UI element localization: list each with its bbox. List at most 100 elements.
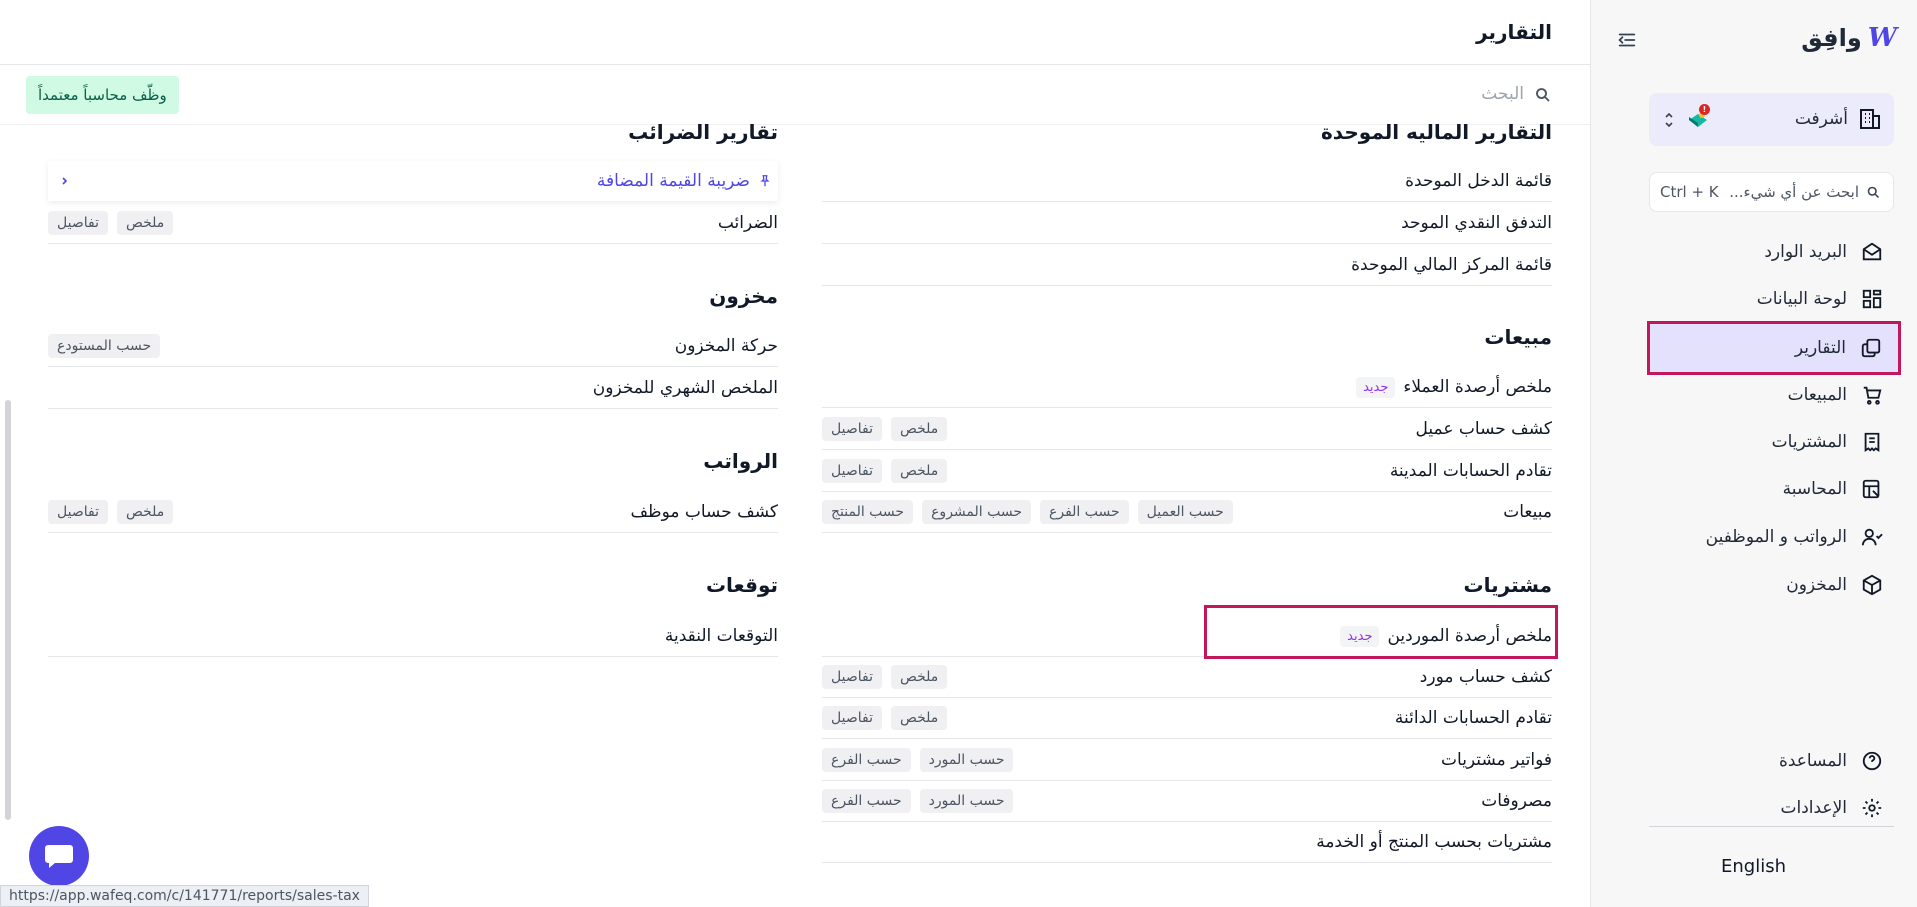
tag-details[interactable]: تفاصيل <box>822 417 882 441</box>
tag-summary[interactable]: ملخص <box>890 706 948 730</box>
report-row[interactable]: فواتير مشتريات حسب المورد حسب الفرع <box>822 740 1552 781</box>
report-tags: ملخص تفاصيل <box>822 417 948 441</box>
pin-icon[interactable] <box>758 174 772 188</box>
sidebar-item-payroll[interactable]: الرواتب و الموظفين <box>1650 515 1895 559</box>
report-row[interactable]: حركة المخزون حسب المستودع <box>48 326 778 367</box>
organization-name: أشرفت <box>1794 109 1848 129</box>
search-icon <box>1867 186 1880 199</box>
tag-by-customer[interactable]: حسب العميل <box>1137 500 1233 524</box>
tag-summary[interactable]: ملخص <box>116 500 174 524</box>
report-link[interactable]: الملخص الشهري للمخزون <box>593 378 778 398</box>
new-badge: جديد <box>1356 376 1396 398</box>
chat-button[interactable] <box>29 826 89 886</box>
tag-by-branch[interactable]: حسب الفرع <box>1040 500 1129 524</box>
sidebar-item-purchases[interactable]: المشتريات <box>1650 420 1895 464</box>
users-icon <box>1861 528 1883 546</box>
report-tags: ملخص تفاصيل <box>822 459 948 483</box>
sidebar-item-label: المبيعات <box>1787 385 1847 405</box>
tag-by-project[interactable]: حسب المشروع <box>922 500 1031 524</box>
tag-by-supplier[interactable]: حسب المورد <box>919 748 1014 772</box>
report-link[interactable]: فواتير مشتريات <box>1441 750 1552 770</box>
sidebar-item-settings[interactable]: الإعدادات <box>1650 786 1895 830</box>
report-tags: حسب العميل حسب الفرع حسب المشروع حسب الم… <box>822 500 1233 524</box>
sidebar: W وافِق أشرفت ! ابحث عن أي شيء... Ctrl +… <box>1590 0 1917 907</box>
report-row[interactable]: كشف حساب عميل ملخص تفاصيل <box>822 409 1552 450</box>
report-tags: حسب المورد حسب الفرع <box>822 789 1014 813</box>
report-row[interactable]: تقادم الحسابات الدائنة ملخص تفاصيل <box>822 698 1552 739</box>
tag-details[interactable]: تفاصيل <box>822 665 882 689</box>
report-link[interactable]: ملخص أرصدة العملاء جديد <box>1356 376 1552 398</box>
tag-details[interactable]: تفاصيل <box>48 211 108 235</box>
tag-details[interactable]: تفاصيل <box>822 459 882 483</box>
cart-icon <box>1863 386 1882 405</box>
tag-details[interactable]: تفاصيل <box>822 706 882 730</box>
highlight-box <box>1204 605 1558 659</box>
report-link[interactable]: تقادم الحسابات الدائنة <box>1395 708 1552 728</box>
sidebar-item-dashboard[interactable]: لوحة البيانات <box>1650 277 1895 321</box>
report-link[interactable]: التوقعات النقدية <box>665 626 778 646</box>
vat-report-row[interactable]: ضريبة القيمة المضافة <box>48 161 778 201</box>
report-link[interactable]: تقادم الحسابات المدينة <box>1390 461 1552 481</box>
report-row[interactable]: كشف حساب مورد ملخص تفاصيل <box>822 657 1552 698</box>
report-row[interactable]: قائمة المركز المالي الموحدة <box>822 245 1552 286</box>
sidebar-item-label: المشتريات <box>1771 432 1847 452</box>
report-link[interactable]: الضرائب <box>718 213 778 233</box>
report-row[interactable]: التوقعات النقدية <box>48 616 778 657</box>
report-row[interactable]: الضرائب ملخص تفاصيل <box>48 203 778 244</box>
tag-by-branch[interactable]: حسب الفرع <box>822 789 911 813</box>
report-row[interactable]: تقادم الحسابات المدينة ملخص تفاصيل <box>822 451 1552 492</box>
sidebar-item-reports[interactable]: التقارير <box>1647 321 1901 375</box>
report-row[interactable]: قائمة الدخل الموحدة <box>822 161 1552 202</box>
collapse-sidebar-icon[interactable] <box>1616 29 1638 51</box>
sidebar-item-label: الإعدادات <box>1780 798 1847 818</box>
tag-summary[interactable]: ملخص <box>890 459 948 483</box>
tag-summary[interactable]: ملخص <box>116 211 174 235</box>
report-link[interactable]: حركة المخزون <box>675 336 778 356</box>
report-link[interactable]: مبيعات <box>1503 502 1552 522</box>
report-link[interactable]: كشف حساب موظف <box>630 502 778 522</box>
report-row[interactable]: مبيعات حسب العميل حسب الفرع حسب المشروع … <box>822 492 1552 533</box>
tag-by-product[interactable]: حسب المنتج <box>822 500 914 524</box>
report-link[interactable]: قائمة المركز المالي الموحدة <box>1351 255 1552 275</box>
tag-summary[interactable]: ملخص <box>890 417 948 441</box>
sidebar-item-inbox[interactable]: البريد الوارد <box>1650 230 1895 274</box>
report-link[interactable]: مشتريات بحسب المنتج أو الخدمة <box>1316 832 1552 852</box>
report-link[interactable]: التدفق النقدي الموحد <box>1401 213 1552 233</box>
vat-report-label: ضريبة القيمة المضافة <box>596 171 750 191</box>
tag-by-warehouse[interactable]: حسب المستودع <box>48 334 161 358</box>
sidebar-item-accounting[interactable]: المحاسبة <box>1650 467 1895 511</box>
sidebar-item-help[interactable]: المساعدة <box>1650 739 1895 783</box>
tag-details[interactable]: تفاصيل <box>48 500 108 524</box>
accounting-icon <box>1862 479 1880 499</box>
section-title-consolidated: التقارير الماليه الموحدة <box>1321 120 1552 144</box>
sidebar-item-sales[interactable]: المبيعات <box>1650 373 1895 417</box>
scrollbar[interactable] <box>5 400 11 820</box>
report-row[interactable]: ملخص أرصدة العملاء جديد <box>822 367 1552 408</box>
report-link[interactable]: قائمة الدخل الموحدة <box>1405 171 1552 191</box>
app-logo[interactable]: W وافِق <box>1801 24 1897 52</box>
global-search-input[interactable]: ابحث عن أي شيء... Ctrl + K <box>1649 172 1894 212</box>
section-title-forecasts: توقعات <box>705 573 778 597</box>
sidebar-item-label: لوحة البيانات <box>1756 289 1847 309</box>
logo-mark: W <box>1867 23 1897 53</box>
report-link[interactable]: مصروفات <box>1481 791 1552 811</box>
tag-summary[interactable]: ملخص <box>890 665 948 689</box>
organization-switcher[interactable]: أشرفت ! <box>1649 93 1894 146</box>
tag-by-branch[interactable]: حسب الفرع <box>822 748 911 772</box>
report-row[interactable]: الملخص الشهري للمخزون <box>48 368 778 409</box>
report-link[interactable]: كشف حساب مورد <box>1420 667 1552 687</box>
report-row[interactable]: مصروفات حسب المورد حسب الفرع <box>822 781 1552 822</box>
vat-report-link[interactable]: ضريبة القيمة المضافة <box>597 171 772 191</box>
dashboard-icon <box>1862 289 1882 309</box>
box-icon <box>1862 574 1882 596</box>
sidebar-divider <box>1649 826 1894 827</box>
tag-by-supplier[interactable]: حسب المورد <box>919 789 1014 813</box>
sidebar-item-label: التقارير <box>1794 338 1846 358</box>
report-link[interactable]: كشف حساب عميل <box>1416 419 1553 439</box>
language-switch[interactable]: English <box>1590 856 1917 877</box>
chevron-left-icon[interactable] <box>58 175 70 187</box>
sidebar-item-inventory[interactable]: المخزون <box>1650 563 1895 607</box>
report-row[interactable]: التدفق النقدي الموحد <box>822 203 1552 244</box>
report-row[interactable]: مشتريات بحسب المنتج أو الخدمة <box>822 822 1552 863</box>
report-row[interactable]: كشف حساب موظف ملخص تفاصيل <box>48 492 778 533</box>
